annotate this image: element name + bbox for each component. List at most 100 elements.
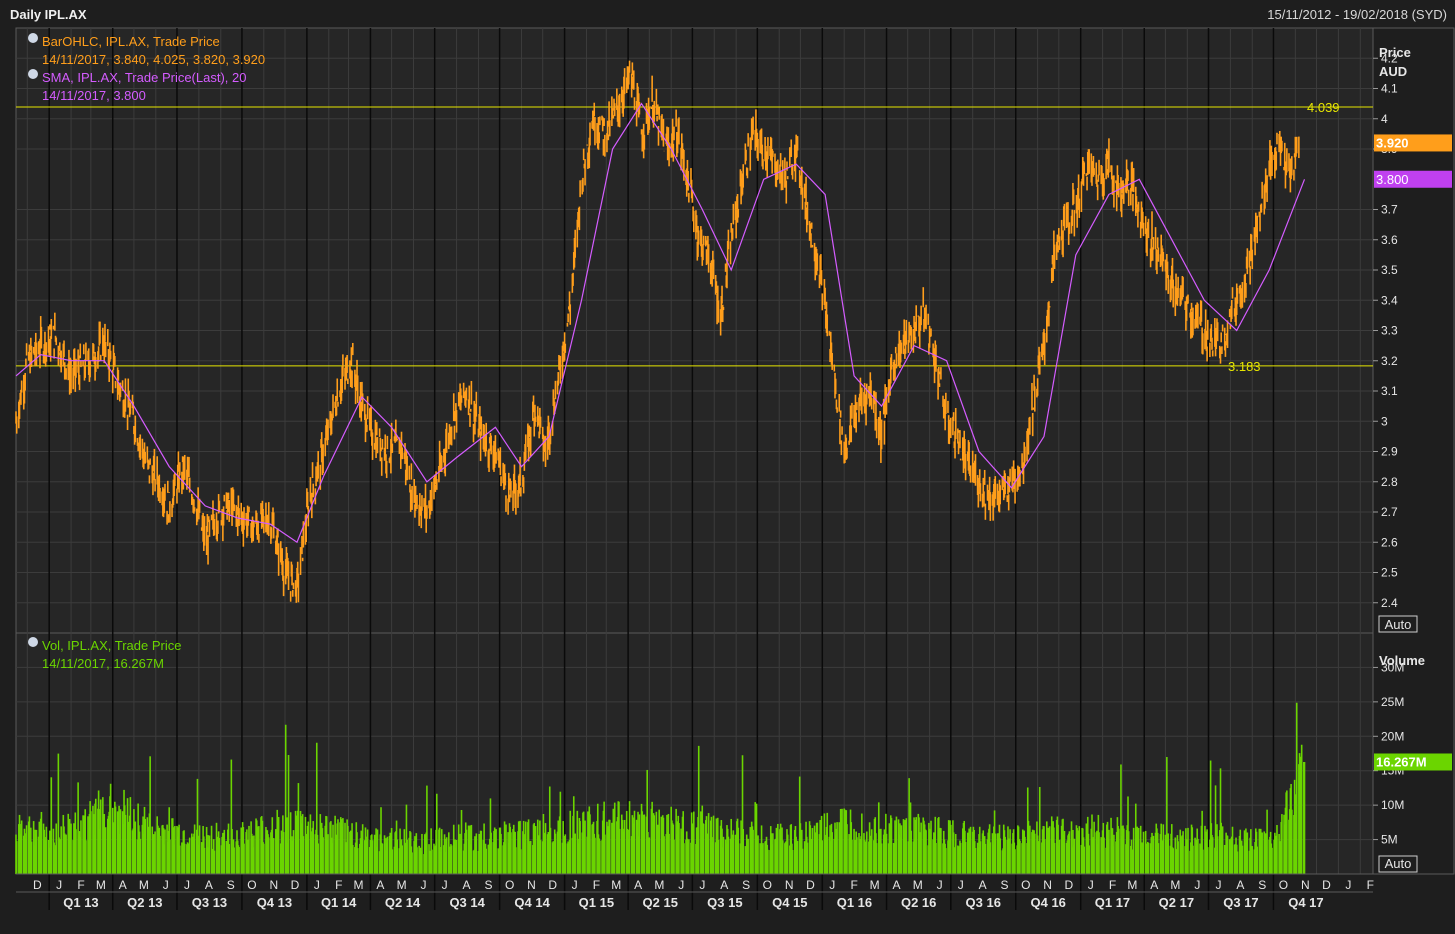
price-tick-label: 4.1 bbox=[1381, 82, 1398, 96]
month-tick-label: J bbox=[1194, 878, 1200, 892]
sma-label: 3.800 bbox=[1376, 172, 1409, 187]
quarter-tick-label: Q1 16 bbox=[837, 895, 872, 910]
price-tick-label: 3.4 bbox=[1381, 293, 1398, 307]
month-tick-label: J bbox=[1215, 878, 1221, 892]
month-tick-label: M bbox=[1127, 878, 1137, 892]
legend-ohlc-name: BarOHLC, IPL.AX, Trade Price bbox=[42, 34, 220, 49]
month-tick-label: J bbox=[937, 878, 943, 892]
price-tick-label: 2.5 bbox=[1381, 566, 1398, 580]
month-tick-label: A bbox=[1236, 878, 1244, 892]
month-tick-label: O bbox=[1021, 878, 1030, 892]
volume-tick-label: 10M bbox=[1381, 798, 1404, 812]
legend-vol-value: 14/11/2017, 16.267M bbox=[42, 656, 164, 671]
quarter-tick-label: Q1 14 bbox=[321, 895, 357, 910]
quarter-tick-label: Q4 13 bbox=[257, 895, 292, 910]
month-tick-label: S bbox=[1001, 878, 1009, 892]
month-tick-label: M bbox=[96, 878, 106, 892]
month-tick-label: F bbox=[335, 878, 342, 892]
last-price-label: 3.920 bbox=[1376, 135, 1409, 150]
price-axis-title: Price bbox=[1379, 45, 1411, 60]
volume-axis-title: Volume bbox=[1379, 653, 1425, 668]
quarter-tick-label: Q2 15 bbox=[643, 895, 678, 910]
month-tick-label: J bbox=[699, 878, 705, 892]
month-tick-label: J bbox=[678, 878, 684, 892]
legend-toggle-icon[interactable] bbox=[28, 33, 38, 43]
month-tick-label: J bbox=[184, 878, 190, 892]
price-tick-label: 3.6 bbox=[1381, 233, 1398, 247]
month-tick-label: D bbox=[291, 878, 300, 892]
month-tick-label: F bbox=[1367, 878, 1374, 892]
month-tick-label: N bbox=[527, 878, 536, 892]
month-tick-label: D bbox=[548, 878, 557, 892]
quarter-tick-label: Q4 15 bbox=[772, 895, 807, 910]
month-tick-label: D bbox=[1064, 878, 1073, 892]
month-tick-label: J bbox=[572, 878, 578, 892]
month-tick-label: A bbox=[119, 878, 127, 892]
month-tick-label: M bbox=[397, 878, 407, 892]
legend-vol-name: Vol, IPL.AX, Trade Price bbox=[42, 638, 181, 653]
volume-tick-label: 5M bbox=[1381, 833, 1398, 847]
month-tick-label: F bbox=[851, 878, 858, 892]
quarter-tick-label: Q4 17 bbox=[1288, 895, 1323, 910]
month-tick-label: A bbox=[720, 878, 728, 892]
date-range: 15/11/2012 - 19/02/2018 (SYD) bbox=[1267, 7, 1447, 22]
price-tick-label: 3.3 bbox=[1381, 324, 1398, 338]
month-tick-label: A bbox=[376, 878, 384, 892]
price-tick-label: 3.7 bbox=[1381, 203, 1398, 217]
quarter-tick-label: Q3 17 bbox=[1223, 895, 1258, 910]
month-tick-label: N bbox=[1301, 878, 1310, 892]
month-tick-label: F bbox=[593, 878, 600, 892]
month-tick-label: O bbox=[1279, 878, 1288, 892]
month-tick-label: J bbox=[958, 878, 964, 892]
volume-auto-label: Auto bbox=[1385, 856, 1412, 871]
price-tick-label: 2.9 bbox=[1381, 445, 1398, 459]
month-tick-label: M bbox=[611, 878, 621, 892]
month-tick-label: J bbox=[314, 878, 320, 892]
quarter-tick-label: Q1 13 bbox=[63, 895, 98, 910]
quarter-tick-label: Q3 16 bbox=[966, 895, 1001, 910]
price-tick-label: 3.2 bbox=[1381, 354, 1398, 368]
legend-toggle-icon[interactable] bbox=[28, 69, 38, 79]
price-tick-label: 3.1 bbox=[1381, 384, 1398, 398]
quarter-tick-label: Q2 13 bbox=[127, 895, 162, 910]
month-tick-label: A bbox=[893, 878, 901, 892]
volume-tick-label: 20M bbox=[1381, 729, 1404, 743]
legend-toggle-icon[interactable] bbox=[28, 637, 38, 647]
month-tick-label: M bbox=[870, 878, 880, 892]
month-tick-label: O bbox=[505, 878, 514, 892]
month-tick-label: S bbox=[742, 878, 750, 892]
chart-title: Daily IPL.AX bbox=[10, 7, 87, 22]
month-tick-label: J bbox=[1345, 878, 1351, 892]
quarter-tick-label: Q3 13 bbox=[192, 895, 227, 910]
month-tick-label: M bbox=[1170, 878, 1180, 892]
quarter-tick-label: Q1 15 bbox=[579, 895, 614, 910]
quarter-tick-label: Q4 16 bbox=[1031, 895, 1066, 910]
quarter-tick-label: Q2 14 bbox=[385, 895, 421, 910]
price-volume-chart: Daily IPL.AX 15/11/2012 - 19/02/2018 (SY… bbox=[0, 0, 1455, 934]
month-tick-label: A bbox=[634, 878, 642, 892]
price-tick-label: 3 bbox=[1381, 414, 1388, 428]
month-tick-label: F bbox=[1109, 878, 1116, 892]
last-volume-label: 16.267M bbox=[1376, 754, 1427, 769]
low-level-label: 3.183 bbox=[1228, 359, 1261, 374]
month-tick-label: S bbox=[1258, 878, 1266, 892]
month-tick-label: D bbox=[33, 878, 42, 892]
month-tick-label: M bbox=[654, 878, 664, 892]
price-tick-label: 2.7 bbox=[1381, 505, 1398, 519]
month-tick-label: A bbox=[205, 878, 213, 892]
month-tick-label: N bbox=[785, 878, 794, 892]
month-tick-label: A bbox=[463, 878, 471, 892]
legend-sma-name: SMA, IPL.AX, Trade Price(Last), 20 bbox=[42, 70, 246, 85]
month-tick-label: M bbox=[913, 878, 923, 892]
month-tick-label: M bbox=[139, 878, 149, 892]
quarter-tick-label: Q2 16 bbox=[901, 895, 936, 910]
price-auto-label: Auto bbox=[1385, 617, 1412, 632]
quarter-tick-label: Q1 17 bbox=[1095, 895, 1130, 910]
price-tick-label: 3.5 bbox=[1381, 263, 1398, 277]
month-tick-label: S bbox=[484, 878, 492, 892]
legend-sma-value: 14/11/2017, 3.800 bbox=[42, 88, 146, 103]
month-tick-label: N bbox=[269, 878, 278, 892]
quarter-tick-label: Q4 14 bbox=[514, 895, 550, 910]
month-tick-label: S bbox=[227, 878, 235, 892]
month-tick-label: J bbox=[420, 878, 426, 892]
